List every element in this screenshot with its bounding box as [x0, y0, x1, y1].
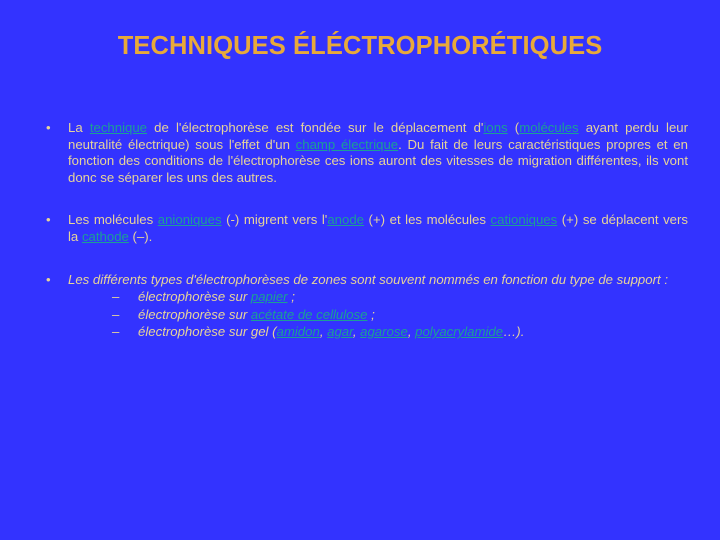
bullet-marker-icon: •	[46, 271, 51, 287]
slide: TECHNIQUES ÉLÉCTROPHORÉTIQUES • La techni…	[0, 0, 720, 540]
hyperlink[interactable]: amidon	[277, 324, 320, 339]
bullet-text: Les molécules anioniques (-) migrent ver…	[68, 212, 688, 245]
hyperlink[interactable]: anode	[327, 212, 364, 227]
bullet-marker-icon: •	[46, 120, 51, 135]
text-run: ;	[287, 289, 295, 305]
hyperlink[interactable]: technique	[90, 120, 147, 135]
hyperlink[interactable]: cationiques	[491, 212, 558, 227]
hyperlink[interactable]: molécules	[519, 120, 578, 135]
bullet-marker-icon: •	[46, 212, 51, 228]
sub-bullet-text: électrophorèse sur gel (amidon, agar, ag…	[138, 324, 524, 339]
slide-title: TECHNIQUES ÉLÉCTROPHORÉTIQUES	[117, 32, 603, 60]
hyperlink[interactable]: cathode	[82, 229, 129, 244]
text-run: de l'électrophorèse est fondée sur le dé…	[147, 120, 484, 135]
bullet-text: La technique de l'électrophorèse est fon…	[68, 120, 688, 186]
sub-bullet-list: – électrophorèse sur papier ; – électrophor…	[68, 288, 688, 341]
hyperlink[interactable]: acétate de cellulose	[251, 307, 368, 322]
sub-bullet-marker-icon: –	[112, 289, 120, 305]
hyperlink[interactable]: anioniques	[158, 212, 222, 227]
text-run: (-) migrent vers l'	[221, 212, 328, 228]
text-run: électrophorèse sur	[138, 306, 251, 322]
text-run: (–).	[128, 228, 153, 244]
bullet-item: • Les différents types d'électrophorèses …	[40, 272, 688, 341]
text-run: électrophorèse sur gel (	[138, 324, 277, 340]
hyperlink[interactable]: ions	[483, 120, 507, 135]
text-run: Les molécules	[68, 212, 158, 228]
hyperlink[interactable]: agar	[327, 324, 353, 339]
text-run: (	[507, 120, 520, 135]
sub-bullet-marker-icon: –	[112, 324, 120, 340]
hyperlink[interactable]: polyacrylamide	[415, 324, 503, 339]
sub-bullet-text: électrophorèse sur acétate de cellulose …	[138, 307, 375, 322]
sub-bullet-item: – électrophorèse sur papier ;	[110, 288, 688, 306]
text-run: électrophorèse sur	[138, 289, 251, 305]
sub-bullet-text: électrophorèse sur papier ;	[138, 289, 295, 304]
hyperlink[interactable]: papier	[251, 289, 288, 304]
slide-body: • La technique de l'électrophorèse est fo…	[40, 120, 688, 341]
bullet-list: • La technique de l'électrophorèse est fo…	[40, 120, 688, 341]
bullet-text: Les différents types d'électrophorèses d…	[68, 272, 688, 289]
text-run: Les différents types d'électrophorèses d…	[68, 271, 668, 287]
hyperlink[interactable]: champ électrique	[296, 137, 398, 152]
text-run: ;	[367, 306, 375, 322]
hyperlink[interactable]: agarose	[360, 324, 408, 339]
sub-bullet-item: – électrophorèse sur gel (amidon, agar, a…	[110, 323, 688, 341]
text-run: …).	[503, 324, 525, 340]
sub-bullet-item: – électrophorèse sur acétate de cellulose…	[110, 306, 688, 324]
bullet-item: • La technique de l'électrophorèse est fo…	[40, 120, 688, 186]
bullet-item: • Les molécules anioniques (-) migrent ve…	[40, 212, 688, 245]
text-run: (+) et les molécules	[364, 212, 491, 228]
text-run: La	[68, 120, 90, 135]
sub-bullet-marker-icon: –	[112, 306, 120, 322]
